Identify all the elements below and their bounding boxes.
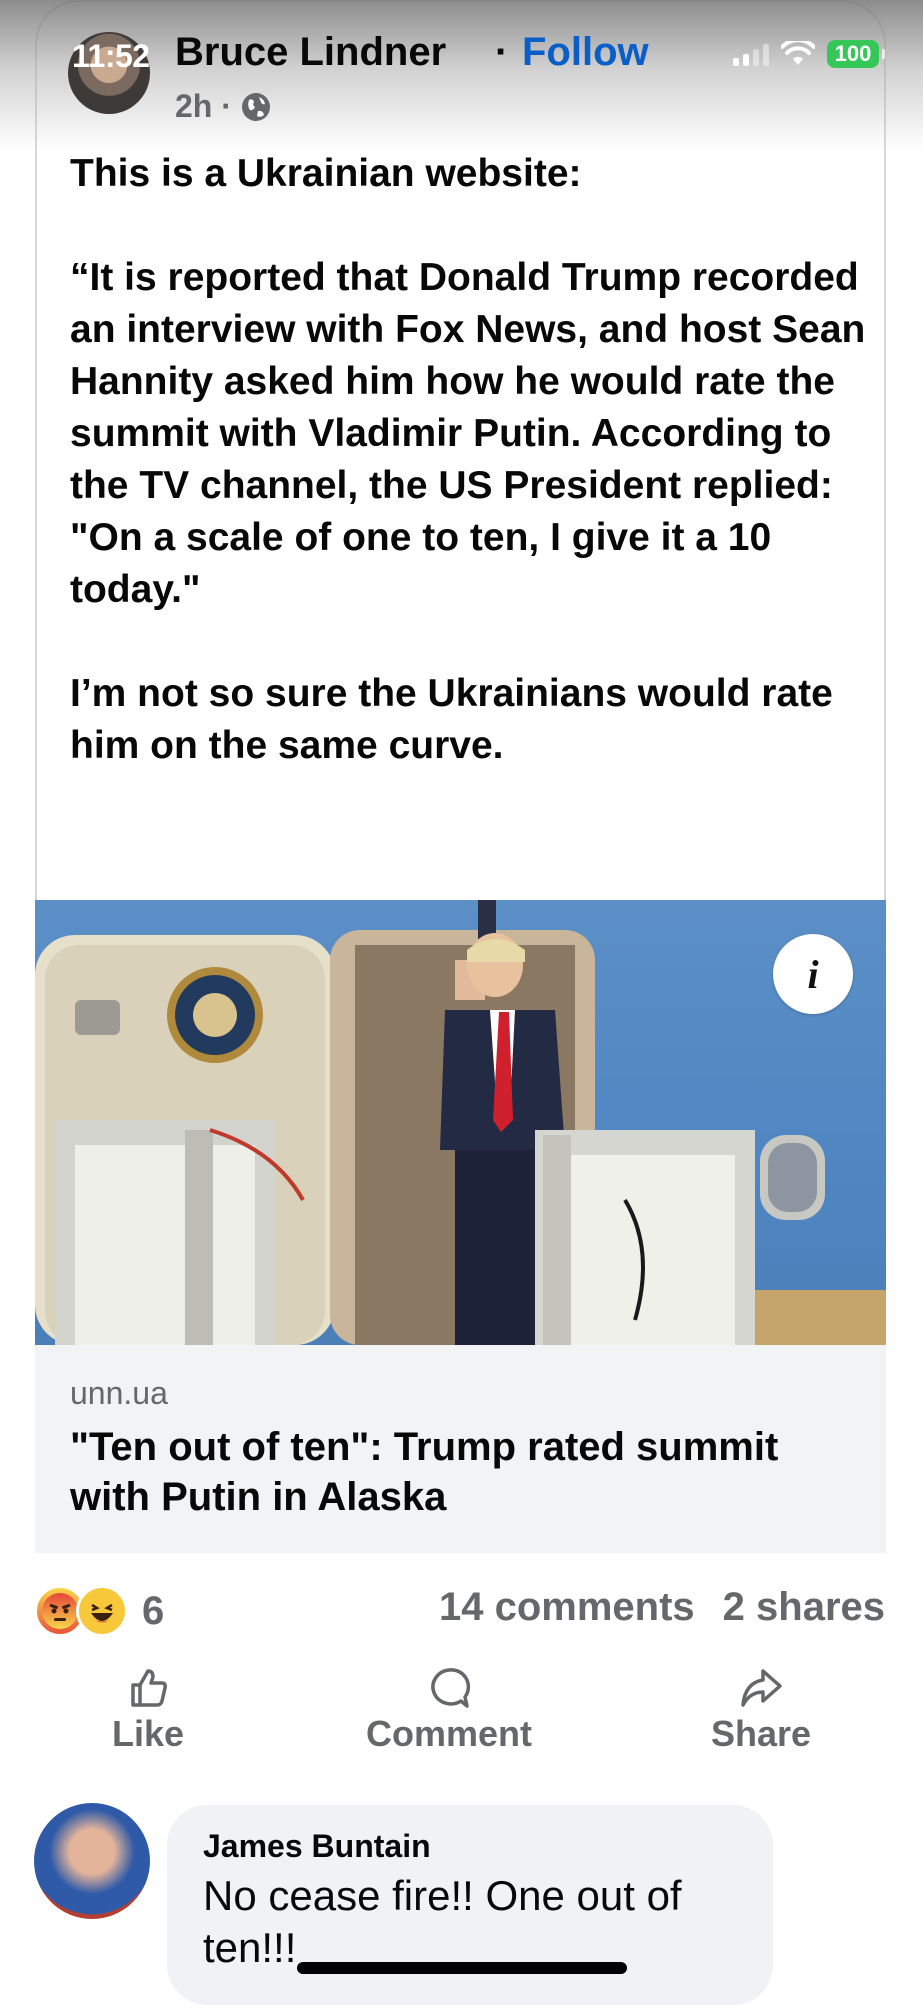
share-arrow-icon [741, 1669, 782, 1707]
shares-count[interactable]: 2 shares [723, 1585, 885, 1630]
plane-door-illustration [35, 900, 886, 1345]
battery-icon: 100 [827, 40, 885, 68]
reaction-count: 6 [142, 1588, 165, 1633]
follow-separator: · [495, 30, 509, 74]
post-body: This is a Ukrainian website: “It is repo… [70, 148, 870, 824]
comments-count[interactable]: 14 comments [439, 1585, 695, 1630]
globe-icon [241, 92, 270, 121]
like-button[interactable]: Like [112, 1665, 184, 1755]
post-time[interactable]: 2h · [175, 88, 232, 125]
link-title[interactable]: "Ten out of ten": Trump rated summit wit… [70, 1422, 850, 1522]
share-label: Share [711, 1713, 812, 1754]
follow-button[interactable]: Follow [522, 30, 649, 75]
cellular-signal-icon [733, 42, 769, 66]
status-icons: 100 [733, 40, 885, 68]
post-actions: Like Comment Share [0, 1665, 923, 1775]
share-button[interactable]: Share [711, 1665, 811, 1755]
comment-bubble-icon [431, 1668, 471, 1708]
wifi-icon [781, 41, 815, 65]
reactions-summary[interactable]: 6 [34, 1585, 164, 1637]
haha-reaction-icon [76, 1585, 128, 1637]
comment-text: No cease fire!! One out of ten!!! [203, 1872, 682, 1971]
commenter-name[interactable]: James Buntain [203, 1828, 431, 1865]
post-meta: 2h · [175, 88, 272, 125]
engagement-counts: 14 comments 2 shares [439, 1585, 885, 1630]
comment-button[interactable]: Comment [366, 1665, 532, 1755]
link-preview-image[interactable] [35, 900, 886, 1345]
status-time: 11:52 [72, 38, 150, 74]
info-button[interactable]: i [773, 934, 853, 1014]
thumbs-up-icon [131, 1669, 167, 1707]
home-indicator[interactable] [297, 1962, 627, 1974]
author-name[interactable]: Bruce Lindner [175, 30, 446, 75]
post-paragraph: This is a Ukrainian website: [70, 152, 582, 195]
commenter-avatar[interactable] [34, 1803, 150, 1919]
post-paragraph: I’m not so sure the Ukrainians would rat… [70, 672, 833, 767]
post-paragraph: “It is reported that Donald Trump record… [70, 256, 866, 611]
link-domain: unn.ua [70, 1375, 168, 1411]
comment-label: Comment [366, 1713, 533, 1754]
like-label: Like [112, 1713, 185, 1754]
